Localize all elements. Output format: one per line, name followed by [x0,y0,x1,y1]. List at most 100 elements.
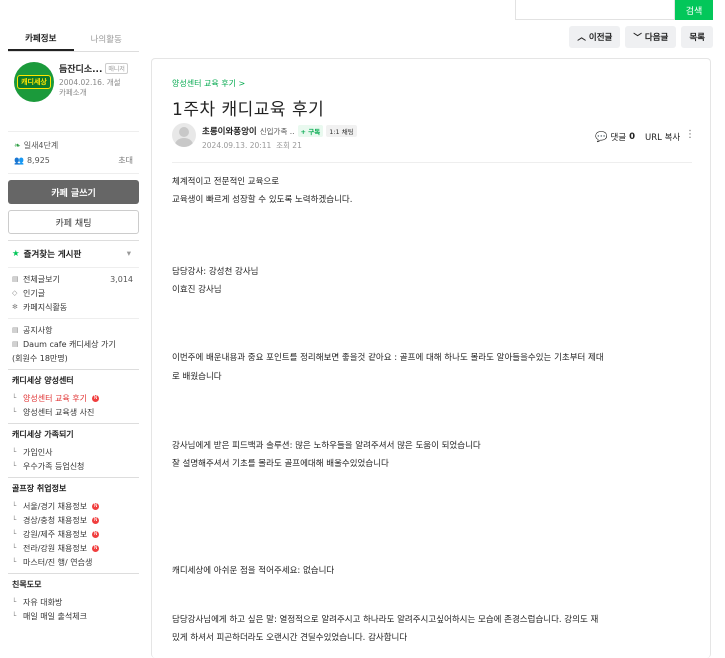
one-on-one-chat-button[interactable]: 1:1 채팅 [326,125,357,137]
menu-item-free-talk[interactable]: └ 자유 대화방 [12,595,139,609]
new-badge-icon: N [92,516,100,524]
content-line: 이효진 강사님 [172,285,222,295]
tab-my-activity[interactable]: 나의활동 [74,26,140,51]
breadcrumb[interactable]: 양성센터 교육 후기 > [172,78,245,89]
menu-item-seoul-jobs[interactable]: └ 서울/경기 채용정보 N [12,499,139,513]
tree-board-icon: └ [12,448,17,456]
content-line: 체계적이고 전문적인 교육으로 [172,177,280,187]
next-post-button[interactable]: ﹀ 다음글 [625,26,677,48]
popular-icon: ◇ [12,289,18,297]
menu-item-all-posts[interactable]: ▤ 전체글보기 3,014 [12,272,139,286]
menu-group2: └ 가입인사 └ 우수가족 등업신청 [8,445,139,477]
cafe-name[interactable]: 듬잔디소... [59,62,102,75]
new-badge-icon: N [92,530,100,538]
cafe-since: 2004.02.16. 개설 [59,78,121,87]
menu-item-gyeongsang-jobs[interactable]: └ 경상/충청 채용정보 N [12,513,139,527]
new-badge-icon: N [92,502,100,510]
tree-board-icon: └ [12,612,17,620]
tree-board-icon: └ [12,394,17,402]
content-line: 이번주에 배운내용과 중요 포인트를 정리해보면 좋을것 같아요 : 골프에 대… [172,353,604,363]
post-container: 양성센터 교육 후기 > 1주차 캐디교육 후기 초롱이와퐁앙이 신입가족 ..… [151,58,711,658]
menu-item-levelup[interactable]: └ 우수가족 등업신청 [12,459,139,473]
board-icon: ▤ [12,326,19,334]
post-nav: ︿ 이전글 ﹀ 다음글 목록 [569,26,713,48]
menu-label: 매일 매일 출석체크 [23,611,87,621]
cafe-level: 일새4단계 [23,141,59,150]
tree-board-icon: └ [12,530,17,538]
post-title: 1주차 캐디교육 후기 [172,100,325,120]
content-line: 밌게 하셔서 피곤하더라도 오랜시간 견딜수있었습니다. 감사합니다 [172,633,408,643]
menu-item-popular[interactable]: ◇ 인기글 [12,286,139,300]
sidebar-tabs: 카페정보 나의활동 [8,26,139,52]
menu-label: 마스터/진 행/ 연습생 [23,557,93,567]
search-input[interactable] [515,0,675,20]
content-line: 담당강사님에게 하고 싶은 말: 열정적으로 알려주시고 하나라도 알려주시고싶… [172,615,599,625]
star-icon: ★ [12,249,20,259]
menu-item-greeting[interactable]: └ 가입인사 [12,445,139,459]
group-header: 캐디세상 양성센터 [8,369,139,391]
group-header: 캐디세상 가족되기 [8,423,139,445]
view-count: 조회 21 [276,141,302,150]
search-button[interactable]: 검색 [675,0,713,20]
divider [172,162,692,163]
board-icon: ▤ [12,340,19,348]
menu-item-daum-link[interactable]: ▤ Daum cafe 캐디세상 가기 [12,337,139,351]
menu-main: ▤ 전체글보기 3,014 ◇ 인기글 ✻ 카페지식활동 [8,268,139,318]
menu-label: 전라/강원 채용정보 [23,543,88,553]
knowledge-icon: ✻ [12,303,18,311]
menu-item-jeolla-jobs[interactable]: └ 전라/강원 채용정보 N [12,541,139,555]
menu-label: 전체글보기 [23,274,60,284]
cafe-profile: 캐디세상 듬잔디소... 매니저 2004.02.16. 개설 카페소개 [8,52,139,132]
content-line: 캐디세상에 아쉬운 점을 적어주세요: 없습니다 [172,566,335,576]
menu-item-attendance[interactable]: └ 매일 매일 출석체크 [12,609,139,623]
favorites-header[interactable]: ★ 즐겨찾는 게시판 ▾ [8,240,139,268]
prev-post-button[interactable]: ︿ 이전글 [569,26,621,48]
tree-board-icon: └ [12,462,17,470]
sidebar: 카페정보 나의활동 캐디세상 듬잔디소... 매니저 2004.02.16. 개… [8,26,139,653]
invite-button[interactable]: 초대 [118,155,133,166]
content-line: 교육생이 빠르게 성장할 수 있도록 노력하겠습니다. [172,195,353,205]
menu-item-master-jobs[interactable]: └ 마스터/진 행/ 연습생 [12,555,139,569]
comment-button[interactable]: 💬 댓글 0 [595,131,636,144]
menu-label: 강원/제주 채용정보 [23,529,88,539]
cafe-intro-link[interactable]: 카페소개 [59,88,139,98]
content-line: 담당강사: 강성천 강사님 [172,267,259,277]
comment-icon: 💬 [595,131,608,143]
group-header: 골프장 취업정보 [8,477,139,499]
url-copy-button[interactable]: URL 복사 [645,131,680,143]
cafe-chat-button[interactable]: 카페 채팅 [8,210,139,234]
menu-label: 가입인사 [23,447,53,457]
cafe-logo[interactable]: 캐디세상 [14,62,54,102]
menu-label: 카페지식활동 [23,302,68,312]
write-post-button[interactable]: 카페 글쓰기 [8,180,139,204]
list-button[interactable]: 목록 [681,26,713,48]
new-badge-icon: N [92,544,100,552]
menu-item-knowledge[interactable]: ✻ 카페지식활동 [12,300,139,314]
author-name[interactable]: 초롱이와퐁앙이 [202,125,257,137]
top-bar: 검색 [0,0,725,24]
level-icon: ❧ [14,141,21,150]
menu-label: 자유 대화방 [23,597,63,607]
more-icon[interactable]: ⋮ [685,129,695,140]
menu-group4: └ 자유 대화방 └ 매일 매일 출석체크 [8,595,139,627]
manager-badge: 매니저 [105,63,128,74]
prev-label: 이전글 [588,33,613,43]
menu-label: 양성센터 교육 후기 [23,393,87,403]
follow-button[interactable]: + 구독 [297,125,324,137]
tree-board-icon: └ [12,598,17,606]
avatar[interactable] [172,123,196,147]
post-count: 3,014 [110,274,133,284]
menu-notice: ▤ 공지사항 ▤ Daum cafe 캐디세상 가기 (회원수 18만명) [8,318,139,369]
cafe-logo-text: 캐디세상 [17,75,51,89]
comment-count: 0 [629,132,636,142]
tree-board-icon: └ [12,544,17,552]
tab-cafe-info[interactable]: 카페정보 [8,26,74,51]
menu-item-gangwon-jobs[interactable]: └ 강원/제주 채용정보 N [12,527,139,541]
menu-label: (회원수 18만명) [12,353,68,363]
menu-item-edu-photos[interactable]: └ 양성센터 교육생 사진 [12,405,139,419]
comment-label: 댓글 [610,133,627,143]
members-icon: 👥 [14,156,24,165]
member-count[interactable]: 8,925 [27,156,50,165]
menu-item-notice[interactable]: ▤ 공지사항 [12,323,139,337]
menu-item-edu-review[interactable]: └ 양성센터 교육 후기 N [12,391,139,405]
